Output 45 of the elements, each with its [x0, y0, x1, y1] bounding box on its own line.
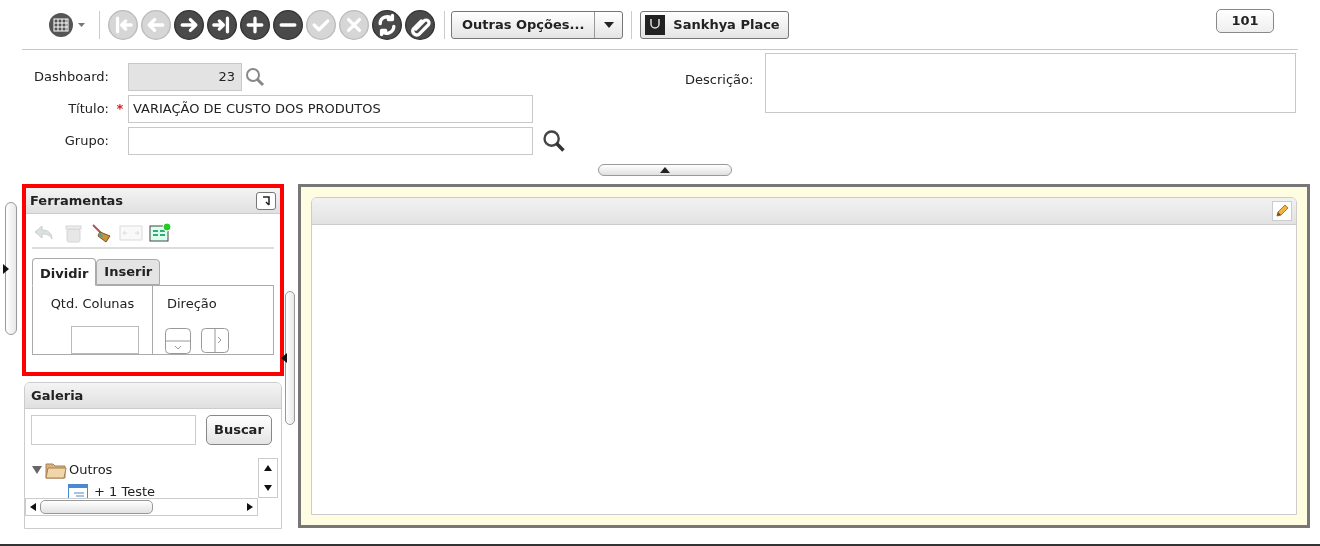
pin-button[interactable]: [256, 191, 276, 210]
search-icon[interactable]: [541, 128, 567, 154]
description-field[interactable]: [765, 53, 1296, 113]
widget-icon: [68, 484, 88, 498]
vertical-scrollbar[interactable]: [258, 458, 278, 498]
attach-button[interactable]: [405, 9, 435, 40]
panel-tab[interactable]: Inserir: [96, 259, 161, 285]
split-horizontal-icon[interactable]: [201, 327, 229, 354]
group-field[interactable]: [128, 127, 533, 155]
pencil-icon[interactable]: [1272, 201, 1292, 221]
scroll-down-icon[interactable]: [264, 485, 272, 491]
expand-arrow-icon[interactable]: [31, 465, 43, 475]
title-field[interactable]: VARIAÇÃO DE CUSTO DOS PRODUTOS: [128, 95, 533, 123]
panel-title: Galeria: [31, 386, 84, 405]
collapse-handle[interactable]: [598, 164, 732, 176]
counter-badge: 101: [1216, 8, 1274, 33]
dashboard-field[interactable]: 23: [128, 63, 242, 91]
field-label: Dashboard:: [33, 68, 110, 87]
field-label: Direção: [167, 296, 217, 311]
refresh-button[interactable]: [372, 9, 402, 40]
tree-item[interactable]: Outros: [69, 460, 113, 480]
tree-item[interactable]: + 1 Teste: [94, 482, 156, 498]
add-widget-icon[interactable]: [148, 222, 172, 244]
panel-title: Ferramentas: [30, 191, 124, 210]
pin-icon: [262, 195, 270, 206]
scroll-up-icon[interactable]: [264, 465, 272, 471]
field-label: Grupo:: [63, 132, 110, 151]
gallery-search-field[interactable]: [31, 415, 196, 445]
place-button[interactable]: Sankhya Place: [640, 10, 789, 39]
field-label: Descrição:: [685, 71, 755, 89]
next-button[interactable]: [174, 9, 204, 40]
remove-button[interactable]: [273, 9, 303, 40]
broom-icon[interactable]: [90, 222, 114, 244]
last-button[interactable]: [207, 9, 237, 40]
add-button[interactable]: [240, 9, 270, 40]
field-label: Título:: [67, 100, 110, 119]
split-vertical-icon[interactable]: [165, 327, 191, 354]
required-mark: *: [116, 101, 124, 117]
panel-tab[interactable]: Dividir: [32, 258, 97, 286]
folder-icon: [45, 460, 67, 480]
bag-icon: [645, 14, 666, 35]
side-panel-handle[interactable]: [5, 202, 17, 335]
columns-field[interactable]: [70, 325, 139, 354]
search-button[interactable]: Buscar: [206, 415, 272, 445]
field-label: Qtd. Colunas: [50, 295, 135, 313]
